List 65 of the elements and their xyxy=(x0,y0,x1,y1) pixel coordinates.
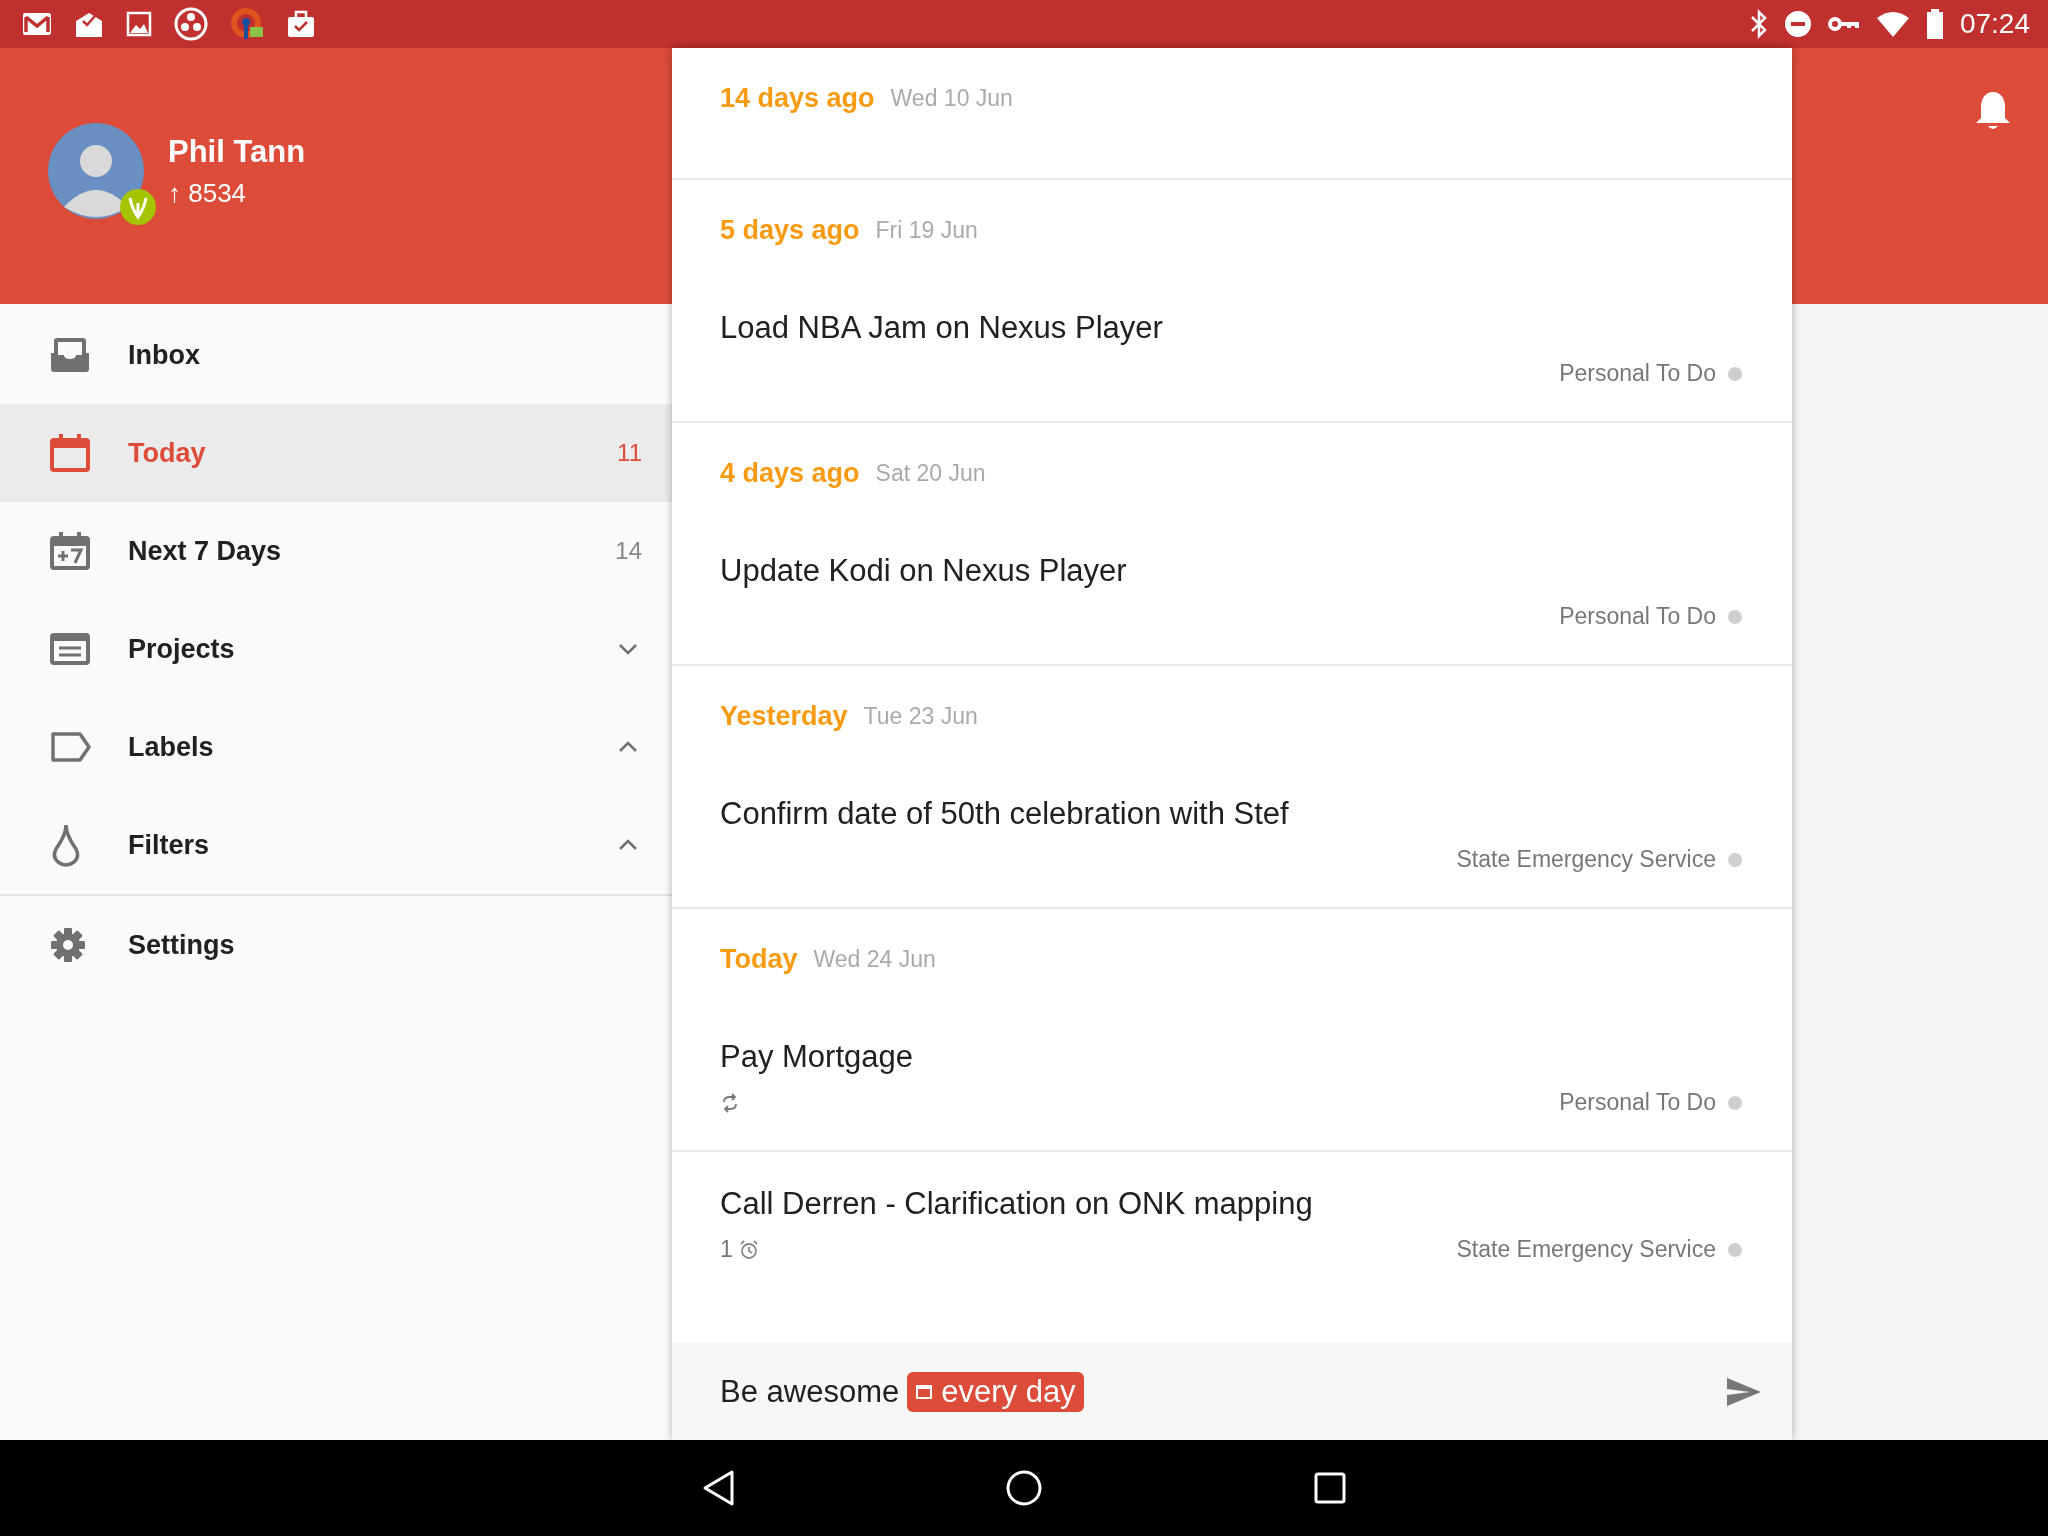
do-not-disturb-icon xyxy=(1783,10,1812,38)
calendar-icon xyxy=(915,1382,934,1401)
project-name: Personal To Do xyxy=(1559,360,1716,387)
section-date: Wed 10 Jun xyxy=(890,84,1013,112)
project-dot-icon xyxy=(1728,609,1742,624)
project-name: State Emergency Service xyxy=(1456,846,1716,873)
list-card-icon xyxy=(50,633,90,665)
back-icon[interactable] xyxy=(701,1469,735,1507)
section-relative-date: Yesterday xyxy=(720,700,848,732)
calendar-plus-seven-icon xyxy=(50,532,90,570)
inbox-icon xyxy=(50,337,90,373)
send-icon[interactable] xyxy=(1726,1376,1762,1407)
karma-score: ↑ 8534 xyxy=(168,177,248,209)
task-item[interactable]: Load NBA Jam on Nexus Player Personal To Do xyxy=(672,280,1792,421)
sidebar-item[interactable]: Settings xyxy=(0,896,672,994)
section-date: Tue 23 Jun xyxy=(863,702,978,730)
project-name: Personal To Do xyxy=(1559,603,1716,630)
section-date: Sat 20 Jun xyxy=(875,459,986,487)
chevron-up-icon xyxy=(618,839,638,851)
vpn-icon xyxy=(230,7,264,41)
date-chip: every day xyxy=(907,1371,1084,1412)
badge-icon xyxy=(120,189,156,225)
image-icon xyxy=(126,11,152,37)
task-item[interactable]: Pay Mortgage Personal To Do xyxy=(672,1009,1792,1150)
bell-icon[interactable] xyxy=(1974,90,2012,132)
alarm-icon xyxy=(738,1239,759,1260)
section-date: Wed 24 Jun xyxy=(813,945,936,973)
chevron-down-icon xyxy=(618,643,638,655)
sidebar-item[interactable]: Filters xyxy=(0,796,672,894)
chevron-up-icon xyxy=(618,741,638,753)
sidebar-item[interactable]: Projects xyxy=(0,600,672,698)
briefcase-check-icon xyxy=(286,9,316,39)
sidebar-item[interactable]: Next 7 Days 14 xyxy=(0,502,672,600)
project-name: Personal To Do xyxy=(1559,1089,1716,1116)
sidebar-item[interactable]: Labels xyxy=(0,698,672,796)
mail-icon xyxy=(22,12,52,36)
project-dot-icon xyxy=(1728,1242,1742,1257)
battery-icon xyxy=(1925,9,1944,39)
project-dot-icon xyxy=(1728,1095,1742,1110)
status-time: 07:24 xyxy=(1959,8,2030,40)
drop-icon xyxy=(50,823,82,867)
project-name: State Emergency Service xyxy=(1456,1236,1716,1263)
wifi-icon xyxy=(1875,10,1910,38)
project-dot-icon xyxy=(1728,366,1742,381)
section-relative-date: Today xyxy=(720,943,798,975)
settings-icon xyxy=(50,927,86,963)
sidebar-item[interactable]: Inbox xyxy=(0,306,672,404)
user-name: Phil Tann xyxy=(168,133,306,170)
task-item[interactable]: Confirm date of 50th celebration with Stef State Emergency Service xyxy=(672,766,1792,907)
quick-add-field[interactable]: Be awesome every day xyxy=(672,1343,1792,1440)
section-date: Fri 19 Jun xyxy=(875,216,978,244)
key-icon xyxy=(1827,15,1860,33)
project-dot-icon xyxy=(1728,852,1742,867)
reel-icon xyxy=(174,7,208,41)
repeat-icon xyxy=(720,1092,740,1113)
recents-icon[interactable] xyxy=(1313,1471,1347,1505)
section-relative-date: 4 days ago xyxy=(720,457,860,489)
reminder-count: 1 xyxy=(720,1236,733,1263)
section-relative-date: 5 days ago xyxy=(720,214,860,246)
bluetooth-icon xyxy=(1749,9,1768,39)
home-icon[interactable] xyxy=(1005,1469,1043,1507)
calendar-icon xyxy=(50,434,90,472)
section-relative-date: 14 days ago xyxy=(720,82,875,114)
label-icon xyxy=(50,731,92,763)
task-item[interactable]: Update Kodi on Nexus Player Personal To Do xyxy=(672,523,1792,664)
